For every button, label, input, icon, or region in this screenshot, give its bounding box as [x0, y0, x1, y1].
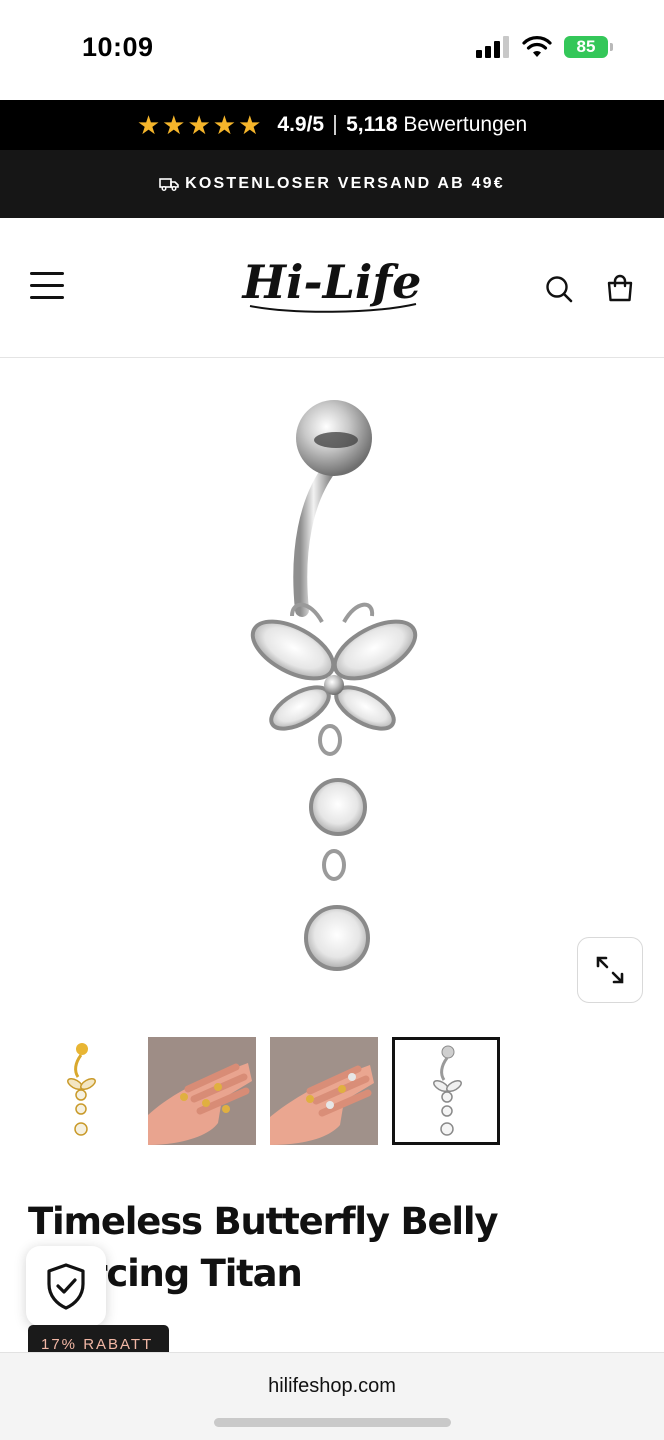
site-header: Hi-Life	[0, 218, 664, 358]
browser-address-bar[interactable]: hilifeshop.com	[0, 1352, 664, 1440]
rating-stars: ★ ★ ★ ★ ★	[137, 112, 262, 138]
shipping-text: KOSTENLOSER VERSAND AB 49€	[185, 175, 505, 192]
thumbnail-gold-piercing[interactable]	[26, 1037, 134, 1145]
search-icon[interactable]	[544, 274, 574, 304]
zoom-button[interactable]	[577, 937, 643, 1003]
hand-photo-image	[148, 1037, 256, 1145]
product-title: Timeless Butterfly Belly Piercing Titan	[28, 1200, 498, 1295]
thumbnail-silver-piercing[interactable]	[392, 1037, 500, 1145]
battery-level: 85	[576, 37, 596, 56]
silver-piercing-image	[433, 1045, 462, 1136]
svg-text:Hi-Life: Hi-Life	[241, 255, 422, 309]
thumbnail-gallery	[26, 1037, 500, 1145]
battery-indicator: 85	[564, 36, 613, 58]
star-icon: ★	[136, 110, 161, 140]
star-icon: ★	[212, 110, 237, 140]
home-indicator	[214, 1418, 451, 1427]
rating-bar[interactable]: ★ ★ ★ ★ ★ 4.9/5 5,118 Bewertungen	[0, 100, 664, 150]
hand-photo-image	[270, 1037, 378, 1145]
belly-piercing-illustration	[250, 400, 418, 971]
truck-icon	[159, 178, 179, 191]
product-image[interactable]	[0, 360, 664, 1020]
star-icon: ★	[238, 110, 262, 140]
url-text[interactable]: hilifeshop.com	[0, 1375, 664, 1398]
status-icons: 85	[476, 36, 613, 58]
trust-badge[interactable]	[26, 1246, 106, 1326]
thumbnail-hand-photo-2[interactable]	[270, 1037, 378, 1145]
thumbnail-hand-photo-1[interactable]	[148, 1037, 256, 1145]
cart-icon[interactable]	[605, 273, 635, 303]
star-icon: ★	[187, 110, 211, 140]
wifi-icon	[522, 36, 552, 57]
status-bar: 10:09 85	[0, 0, 664, 100]
shipping-banner: KOSTENLOSER VERSAND AB 49€	[0, 150, 664, 218]
shield-check-icon	[47, 1263, 85, 1310]
status-time: 10:09	[82, 32, 154, 62]
review-count: 5,118 Bewertungen	[346, 113, 527, 137]
rating-value: 4.9/5	[277, 113, 325, 136]
rating-divider	[334, 115, 337, 135]
expand-icon	[596, 956, 624, 984]
hi-life-logo[interactable]: Hi-Life	[232, 246, 432, 326]
gold-piercing-image	[67, 1043, 96, 1136]
menu-button[interactable]	[30, 272, 64, 300]
signal-icon	[476, 36, 509, 58]
review-count-number: 5,118	[346, 113, 398, 136]
star-icon: ★	[162, 110, 186, 140]
review-count-label: Bewertungen	[403, 113, 528, 136]
